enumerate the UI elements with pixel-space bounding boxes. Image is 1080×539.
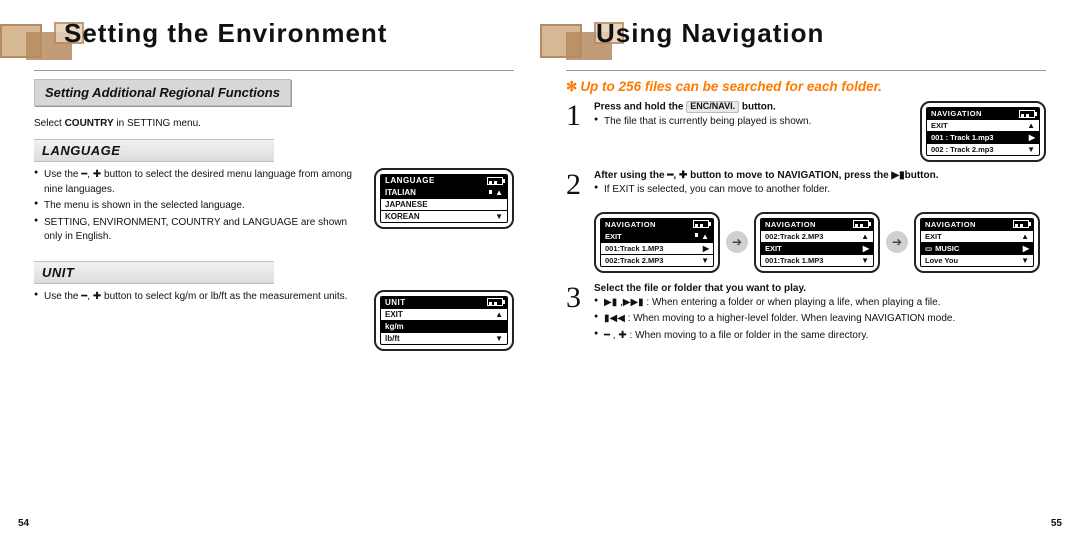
select-country-note: Select COUNTRY in SETTING menu. <box>34 118 514 129</box>
play-icon: ▶▮ <box>604 297 617 308</box>
note-bold: COUNTRY <box>65 118 114 129</box>
note-pre: Select <box>34 118 65 129</box>
enc-navi-button: ENC/NAVI. <box>686 101 739 113</box>
lcd-nav1: NAVIGATION EXIT▲ 001 : Track 1.mp3▶ 002 … <box>920 101 1046 162</box>
page-number-right: 55 <box>1051 518 1062 529</box>
minus-icon: ━ <box>81 291 87 302</box>
battery-icon <box>1019 110 1035 118</box>
title-wrap: Using Navigation <box>566 18 1046 64</box>
step1-b1: The file that is currently being played … <box>594 115 912 130</box>
manual-spread: Setting the Environment Setting Addition… <box>0 0 1080 539</box>
page-left: Setting the Environment Setting Addition… <box>0 0 540 539</box>
plus-icon: ✚ <box>618 330 626 341</box>
asterisk-icon: ✻ <box>566 79 577 94</box>
up-arrow-icon: ▲ <box>495 310 503 319</box>
title-rule <box>34 70 514 71</box>
page-title: Using Navigation <box>566 18 1046 49</box>
subhead-unit: UNIT <box>34 261 274 284</box>
battery-icon <box>487 177 503 185</box>
minus-icon: ━ <box>81 169 87 180</box>
steps: 1 Press and hold the ENC/NAVI. button. T… <box>566 101 1046 349</box>
down-arrow-icon: ▼ <box>495 334 503 343</box>
rwd-icon: ▮◀◀ <box>604 313 625 324</box>
page-right: Using Navigation ✻Up to 256 files can be… <box>540 0 1080 539</box>
lcd-language: LANGUAGE ITALIAN▲ JAPANESE KOREAN▼ <box>374 168 514 229</box>
language-bullets: Use the ━, ✚ button to select the desire… <box>34 168 364 245</box>
orange-callout: ✻Up to 256 files can be searched for eac… <box>566 79 1046 95</box>
title-wrap: Setting the Environment <box>34 18 514 64</box>
step-number: 2 <box>566 170 586 204</box>
ffwd-icon: ▶▶▮ <box>623 297 644 308</box>
step1-lead: Press and hold the ENC/NAVI. button. <box>594 101 912 113</box>
down-arrow-icon: ▼ <box>495 212 503 221</box>
up-arrow-icon: ▲ <box>495 188 503 197</box>
region-banner: Setting Additional Regional Functions <box>34 79 291 106</box>
step3-b3: ━ , ✚ : When moving to a file or folder … <box>594 329 1046 344</box>
screens-row: NAVIGATION EXIT▲ 001:Track 1.MP3▶ 002:Tr… <box>594 212 1046 273</box>
step-1: 1 Press and hold the ENC/NAVI. button. T… <box>566 101 1046 162</box>
step3-b2: ▮◀◀ : When moving to a higher-level fold… <box>594 312 1046 327</box>
subhead-language: LANGUAGE <box>34 139 274 162</box>
minus-icon: ━ <box>604 330 610 341</box>
unit-bullets: Use the ━, ✚ button to select kg/m or lb… <box>34 290 364 305</box>
title-rule <box>566 70 1046 71</box>
step-number: 1 <box>566 101 586 162</box>
play-icon: ▶▮ <box>891 170 904 181</box>
minus-icon: ━ <box>667 170 673 181</box>
lcd-nav-b: NAVIGATION 002:Track 2.MP3▲ EXIT▶ 001:Tr… <box>754 212 880 273</box>
step-3: 3 Select the file or folder that you wan… <box>566 283 1046 350</box>
lcd-nav-c: NAVIGATION EXIT▲ ▭MUSIC▶ Love You▼ <box>914 212 1040 273</box>
arrow-right-icon: ➔ <box>726 231 748 253</box>
step-number: 3 <box>566 283 586 350</box>
arrow-right-icon: ➔ <box>886 231 908 253</box>
step2-lead: After using the ━, ✚ button to move to N… <box>594 170 1046 181</box>
lang-b2: The menu is shown in the selected langua… <box>34 199 364 214</box>
step-2: 2 After using the ━, ✚ button to move to… <box>566 170 1046 204</box>
unit-block: Use the ━, ✚ button to select kg/m or lb… <box>34 290 514 351</box>
step3-b1: ▶▮ ,▶▶▮ : When entering a folder or when… <box>594 296 1046 311</box>
page-number-left: 54 <box>18 518 29 529</box>
lang-b3: SETTING, ENVIRONMENT, COUNTRY and LANGUA… <box>34 216 364 245</box>
plus-icon: ✚ <box>93 291 101 302</box>
unit-b1: Use the ━, ✚ button to select kg/m or lb… <box>34 290 364 305</box>
step2-b1: If EXIT is selected, you can move to ano… <box>594 183 1046 198</box>
step3-lead: Select the file or folder that you want … <box>594 283 1046 294</box>
lcd-nav-a: NAVIGATION EXIT▲ 001:Track 1.MP3▶ 002:Tr… <box>594 212 720 273</box>
note-post: in SETTING menu. <box>114 118 201 129</box>
plus-icon: ✚ <box>93 169 101 180</box>
lcd-unit: UNIT EXIT▲ kg/m lb/ft▼ <box>374 290 514 351</box>
language-block: Use the ━, ✚ button to select the desire… <box>34 168 514 251</box>
folder-icon: ▭ <box>925 244 932 253</box>
battery-icon <box>487 298 503 306</box>
lang-b1: Use the ━, ✚ button to select the desire… <box>34 168 364 197</box>
page-title: Setting the Environment <box>34 18 514 49</box>
